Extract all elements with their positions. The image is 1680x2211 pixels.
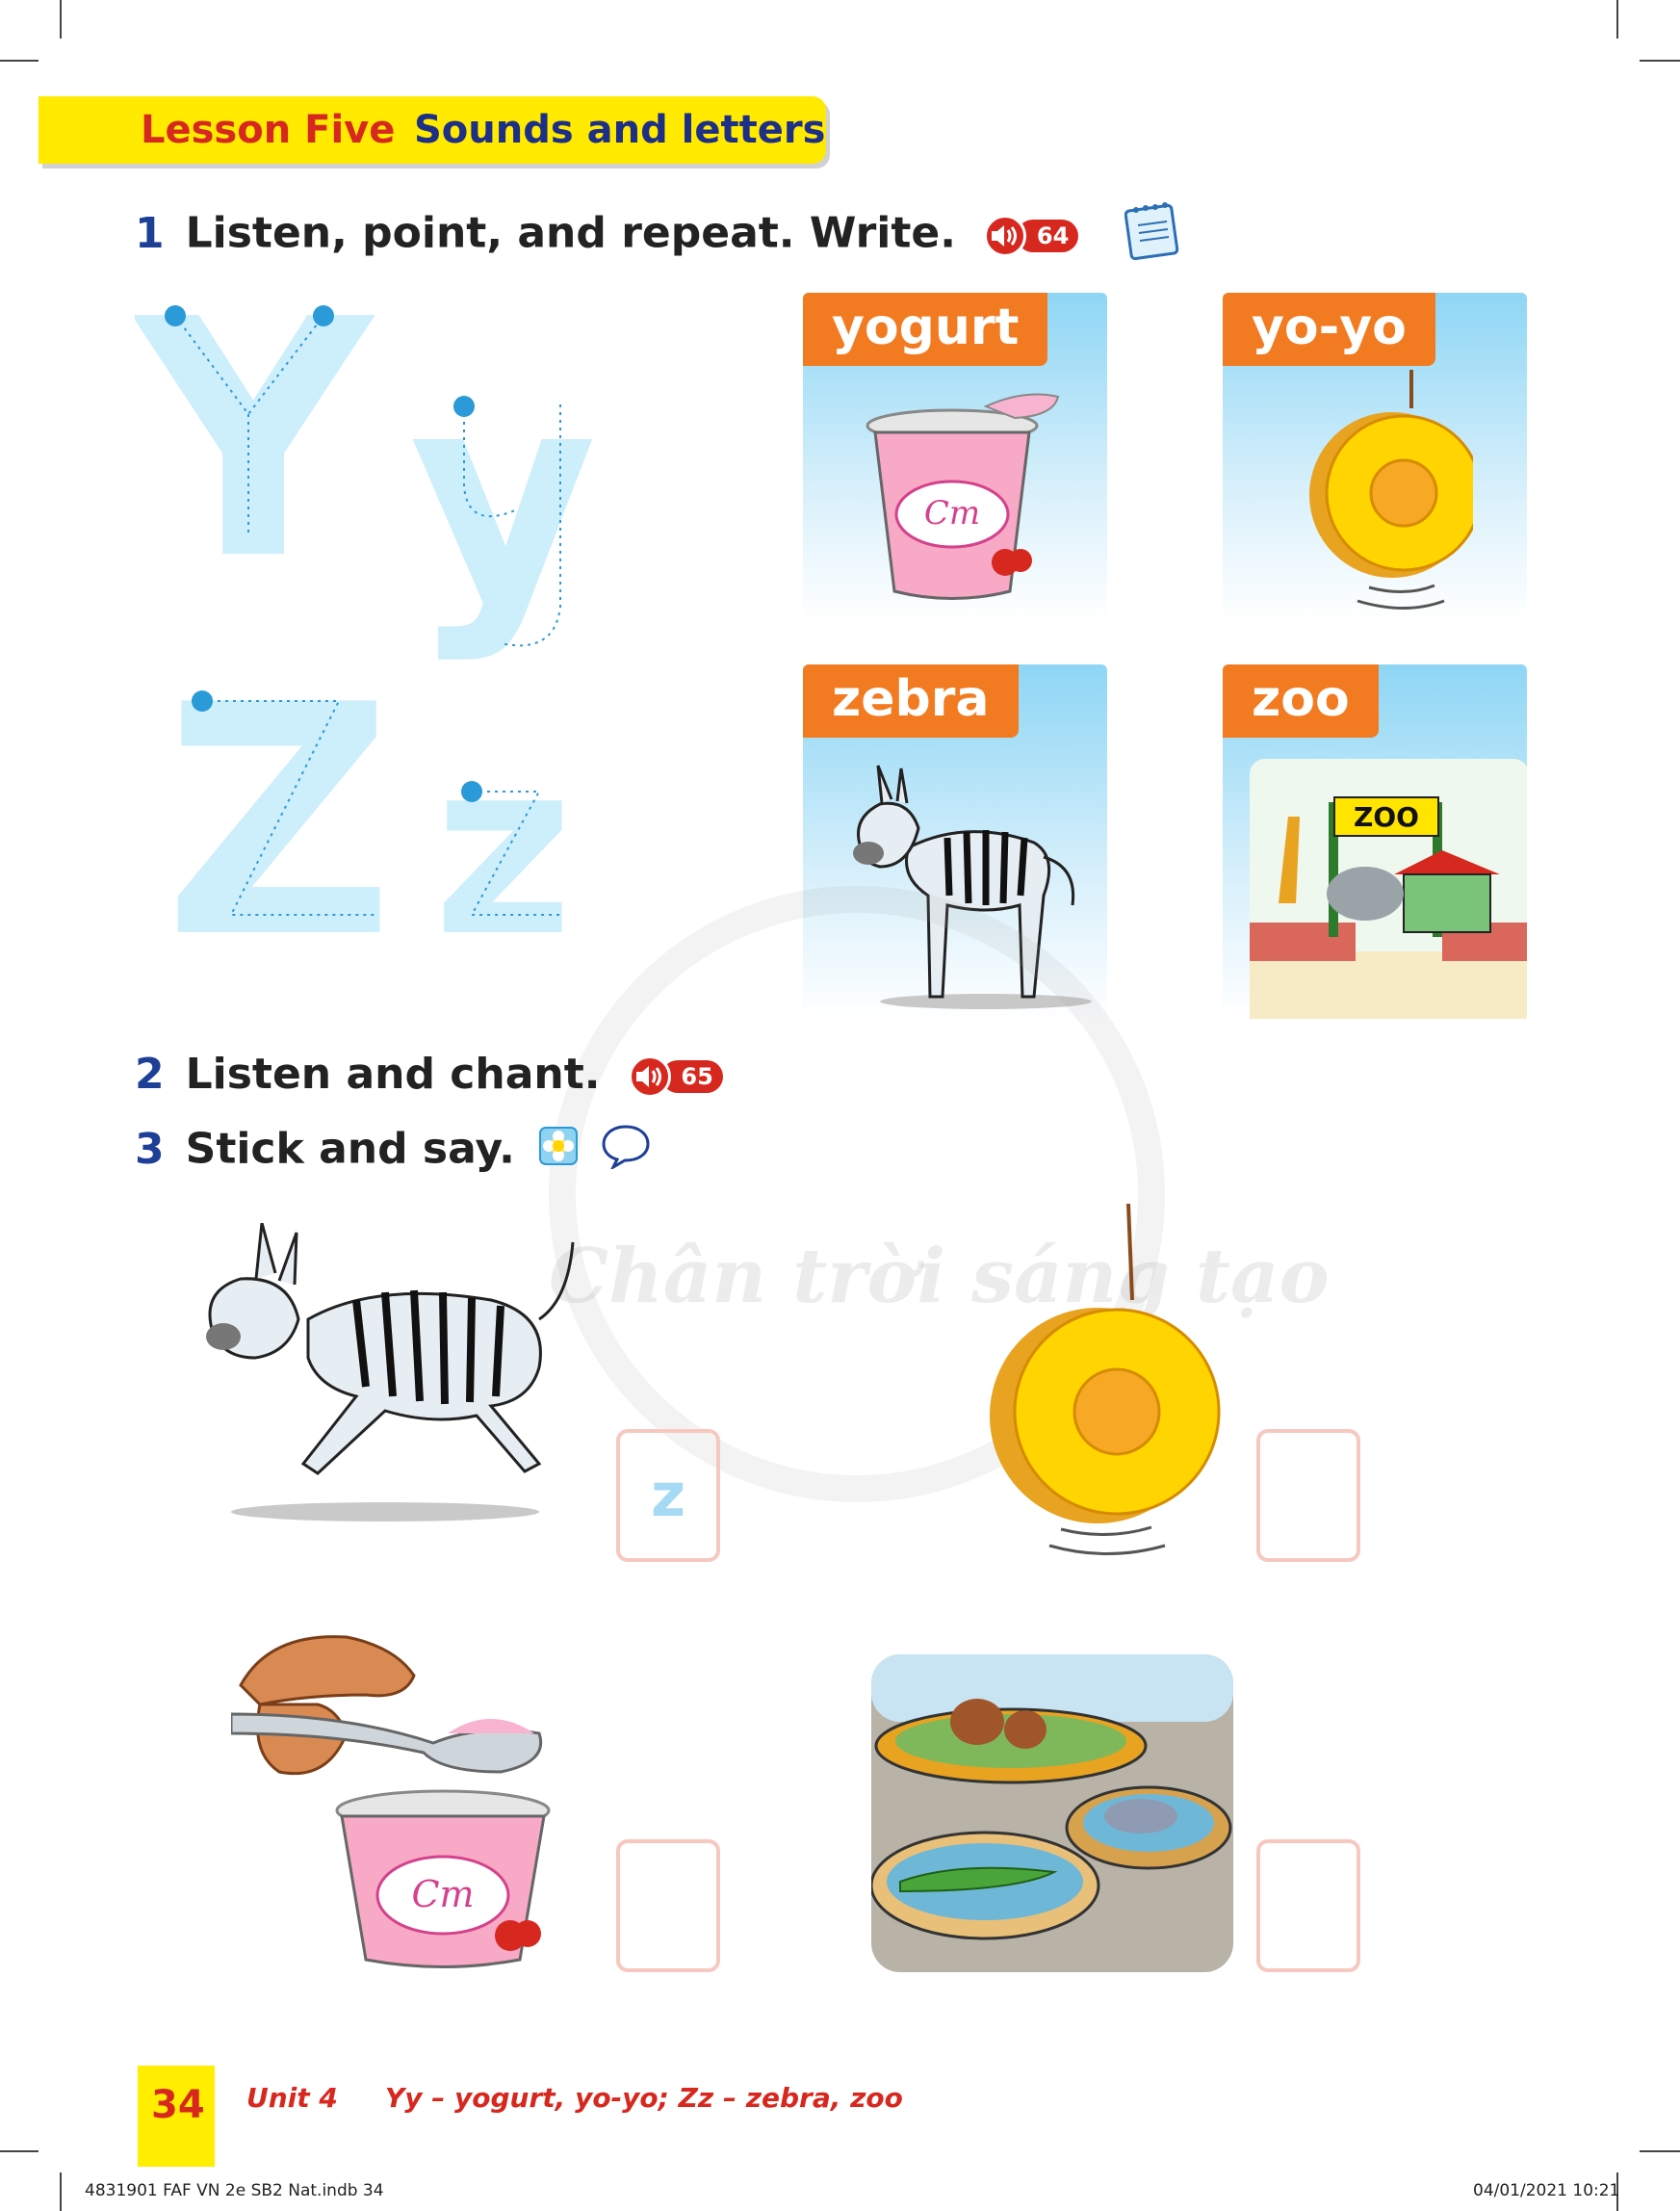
trace-upper-y[interactable]: Y (135, 289, 375, 632)
activity-1-instruction: 1 Listen, point, and repeat. Write. 64 (135, 200, 1180, 271)
card-label: zoo (1223, 664, 1379, 738)
crop-mark (0, 60, 39, 62)
crop-mark (60, 2172, 62, 2211)
letter-tracing-area[interactable]: Y y Z z (135, 289, 597, 944)
lesson-title: Sounds and letters (414, 108, 826, 152)
crop-mark (1640, 2150, 1680, 2152)
crop-mark (1640, 60, 1680, 62)
activity-text: Stick and say. (185, 1124, 515, 1174)
card-label: zebra (803, 664, 1019, 738)
unit-label: Unit 4 (246, 2082, 338, 2114)
trace-upper-z[interactable]: Z (164, 637, 394, 944)
zoo-enclosures-picture (871, 1654, 1233, 1972)
activity-3-instruction: 3 Stick and say. (135, 1123, 652, 1180)
trace-lower-z[interactable]: z (433, 709, 574, 944)
crop-mark (0, 2150, 39, 2152)
activity-number: 1 (135, 208, 165, 258)
crop-mark (60, 0, 62, 39)
zoo-icon: ZOO (1250, 759, 1527, 1019)
speech-bubble-icon (600, 1123, 652, 1180)
svg-text:Cm: Cm (411, 1873, 474, 1915)
activity-2-instruction: 2 Listen and chant. 65 (135, 1050, 729, 1099)
lesson-label: Lesson Five (141, 108, 396, 152)
page-number-tab: 34 (138, 2066, 215, 2167)
card-yoyo[interactable]: yo-yo (1223, 293, 1527, 620)
answer-box-zebra[interactable]: z (616, 1429, 720, 1562)
sticker-icon (537, 1125, 580, 1178)
lesson-banner: Lesson Five Sounds and letters (39, 96, 826, 164)
yogurt-icon: Cm (866, 393, 1060, 600)
card-yogurt[interactable]: yogurt Cm (803, 293, 1107, 620)
crop-mark (1616, 0, 1618, 39)
card-zoo[interactable]: zoo ZOO (1223, 664, 1527, 1021)
trace-lower-y[interactable]: y (409, 329, 597, 665)
card-label: yogurt (803, 293, 1048, 366)
lesson-topic: Yy – yogurt, yo-yo; Zz – zebra, zoo (385, 2082, 903, 2114)
notepad-write-icon (1124, 200, 1180, 271)
activity-number: 2 (135, 1050, 165, 1099)
svg-text:Cm: Cm (924, 494, 980, 533)
print-file-slug: 4831901 FAF VN 2e SB2 Nat.indb 34 (85, 2181, 384, 2200)
yogurt-spoon-picture: Cm (231, 1635, 551, 1968)
page-number: 34 (151, 2083, 205, 2127)
card-label: yo-yo (1223, 293, 1435, 366)
zebra-running-picture (206, 1223, 575, 1522)
activity-number: 3 (135, 1124, 165, 1174)
answer-box-yogurt[interactable] (616, 1839, 720, 1972)
zoo-sign-text: ZOO (1354, 801, 1419, 833)
activity-text: Listen, point, and repeat. Write. (185, 208, 956, 258)
answer-box-yoyo[interactable] (1256, 1429, 1360, 1562)
yoyo-icon (1309, 370, 1473, 610)
audio-track-button[interactable]: 65 (628, 1055, 729, 1098)
audio-track-button[interactable]: 64 (984, 214, 1084, 257)
yoyo-picture (990, 1204, 1221, 1555)
answer-box-zoo[interactable] (1256, 1839, 1360, 1972)
activity-text: Listen and chant. (185, 1050, 601, 1099)
print-timestamp: 04/01/2021 10:21 (1473, 2181, 1620, 2200)
answer-letter: z (650, 1460, 686, 1530)
